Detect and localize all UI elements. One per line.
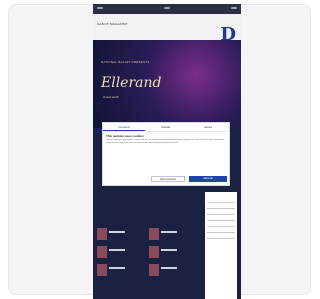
article-caption (161, 267, 177, 269)
sidebar-line (207, 238, 235, 239)
article-caption (109, 231, 125, 233)
article-thumbnail[interactable] (149, 228, 159, 240)
tab-details[interactable]: Details (145, 123, 187, 131)
allow-selection-button[interactable]: Allow selection (151, 176, 185, 182)
sidebar-line (207, 202, 235, 203)
sidebar-line (207, 208, 235, 209)
status-icon (231, 7, 237, 9)
hero-banner[interactable]: NATIONAL BALLET PRESENTS Ellerand A new … (93, 40, 241, 128)
tab-consent[interactable]: Consent (103, 123, 145, 131)
article-grid (97, 228, 201, 298)
status-icon (97, 7, 103, 9)
article-caption (161, 249, 177, 251)
sidebar-line (207, 226, 235, 227)
article-thumbnail[interactable] (97, 264, 107, 276)
sidebar-line (207, 232, 235, 233)
cookie-title: This website uses cookies (106, 134, 144, 138)
article-caption (109, 267, 125, 269)
article-thumbnail[interactable] (97, 246, 107, 258)
sidebar-line (207, 214, 235, 215)
hero-tag: NATIONAL BALLET PRESENTS (101, 60, 150, 64)
article-caption (109, 249, 125, 251)
sidebar-panel (205, 192, 237, 299)
article-thumbnail[interactable] (149, 264, 159, 276)
article-caption (161, 231, 177, 233)
cookie-body: We use cookies to personalise content an… (106, 139, 224, 144)
cookie-consent-modal: Consent Details About This website uses … (102, 122, 230, 186)
hero-subtitle: A new work (103, 95, 119, 99)
status-bar (97, 7, 237, 11)
allow-all-button[interactable]: Allow all (189, 176, 227, 182)
hero-title: Ellerand (101, 75, 162, 91)
content-area (93, 192, 241, 299)
site-header: DANCE MAGAZINE D (93, 14, 241, 44)
article-thumbnail[interactable] (97, 228, 107, 240)
cookie-tabs: Consent Details About (103, 123, 229, 132)
tab-about[interactable]: About (187, 123, 229, 131)
article-thumbnail[interactable] (149, 246, 159, 258)
sidebar-line (207, 220, 235, 221)
status-icon (164, 7, 170, 9)
site-brand-text[interactable]: DANCE MAGAZINE (97, 23, 128, 26)
